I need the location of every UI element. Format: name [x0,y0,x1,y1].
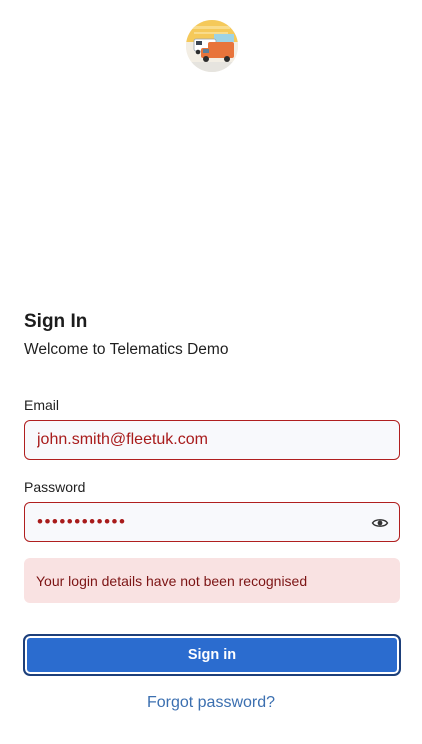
eye-icon[interactable] [371,514,389,532]
page-subtitle: Welcome to Telematics Demo [24,341,229,358]
email-field-container [24,420,400,460]
company-logo [186,20,238,72]
error-message: Your login details have not been recogni… [36,572,308,589]
sign-in-button[interactable]: Sign in [23,634,401,676]
email-field[interactable] [37,421,367,459]
forgot-password-link[interactable]: Forgot password? [0,694,422,712]
password-field-container [24,502,400,542]
password-field[interactable] [37,503,367,541]
sign-in-page: Sign In Welcome to Telematics Demo Email… [0,0,422,744]
email-label: Email [24,397,60,413]
page-title: Sign In [24,311,88,332]
password-label: Password [24,479,86,495]
error-alert: Your login details have not been recogni… [24,558,400,603]
